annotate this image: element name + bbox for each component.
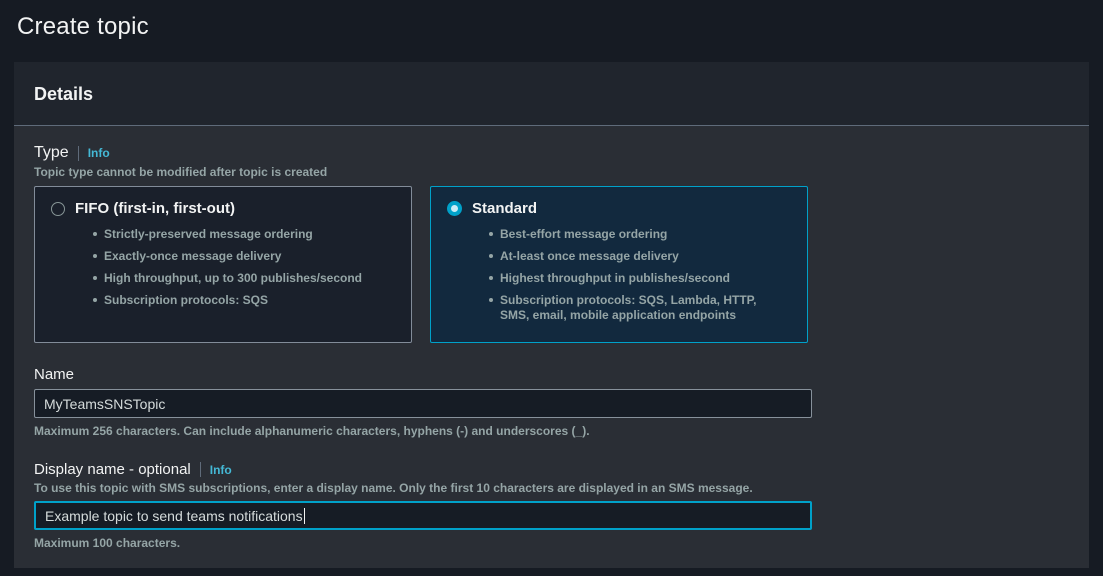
details-panel: Details Type Info Topic type cannot be m… — [14, 62, 1089, 568]
display-name-hint: Maximum 100 characters. — [34, 536, 1069, 550]
type-label: Type — [34, 144, 69, 162]
display-name-input[interactable]: Example topic to send teams notification… — [34, 501, 812, 530]
standard-option-title: Standard — [472, 200, 537, 217]
details-heading: Details — [34, 84, 1069, 105]
bullet-item: Subscription protocols: SQS — [93, 293, 383, 308]
type-info-link[interactable]: Info — [88, 146, 110, 160]
name-hint: Maximum 256 characters. Can include alph… — [34, 424, 1069, 438]
fifo-radio-icon[interactable] — [51, 202, 65, 216]
type-description: Topic type cannot be modified after topi… — [34, 165, 1069, 179]
bullet-item: Strictly-preserved message ordering — [93, 227, 383, 242]
fifo-option-title: FIFO (first-in, first-out) — [75, 200, 235, 217]
standard-option-bullets: Best-effort message ordering At-least on… — [489, 227, 791, 323]
display-name-info-link[interactable]: Info — [210, 463, 232, 477]
details-panel-header: Details — [14, 62, 1089, 126]
display-name-input-value: Example topic to send teams notification… — [45, 508, 303, 524]
display-name-field: Display name - optional Info To use this… — [34, 461, 1069, 550]
label-divider — [78, 146, 79, 161]
topic-type-options: FIFO (first-in, first-out) Strictly-pres… — [34, 186, 1069, 343]
name-field: Name Maximum 256 characters. Can include… — [34, 366, 1069, 438]
fifo-option-bullets: Strictly-preserved message ordering Exac… — [93, 227, 395, 308]
text-cursor — [304, 508, 305, 524]
bullet-item: Exactly-once message delivery — [93, 249, 383, 264]
bullet-item: At-least once message delivery — [489, 249, 779, 264]
display-name-label: Display name - optional — [34, 461, 191, 478]
page-title: Create topic — [0, 0, 1103, 41]
bullet-item: High throughput, up to 300 publishes/sec… — [93, 271, 383, 286]
details-panel-body: Type Info Topic type cannot be modified … — [14, 126, 1089, 550]
standard-option-card[interactable]: Standard Best-effort message ordering At… — [430, 186, 808, 343]
type-field: Type Info Topic type cannot be modified … — [34, 144, 1069, 343]
name-label: Name — [34, 366, 1069, 383]
optional-label: optional — [138, 461, 191, 478]
label-divider — [200, 462, 201, 477]
name-input[interactable] — [34, 389, 812, 418]
bullet-item: Subscription protocols: SQS, Lambda, HTT… — [489, 293, 779, 323]
bullet-item: Highest throughput in publishes/second — [489, 271, 779, 286]
display-name-description: To use this topic with SMS subscriptions… — [34, 481, 1069, 495]
fifo-option-card[interactable]: FIFO (first-in, first-out) Strictly-pres… — [34, 186, 412, 343]
bullet-item: Best-effort message ordering — [489, 227, 779, 242]
standard-radio-icon[interactable] — [447, 201, 462, 216]
